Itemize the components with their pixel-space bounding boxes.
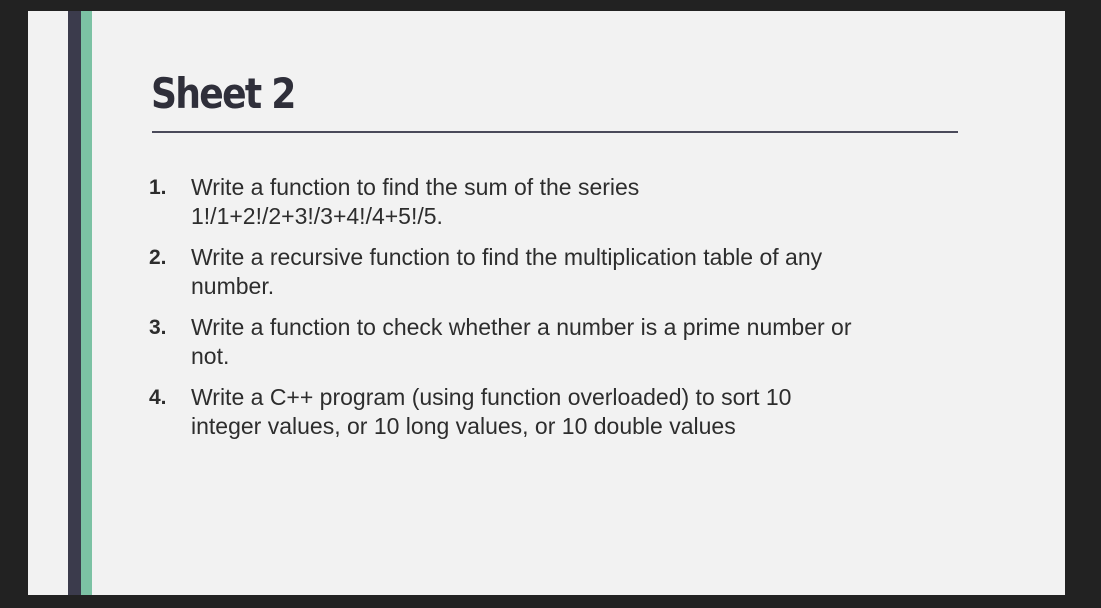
item-text: integer values, or 10 long values, or 10… xyxy=(191,413,736,439)
item-number: 2. xyxy=(149,246,167,269)
item-text: Write a function to find the sum of the … xyxy=(191,174,640,200)
item-text: number. xyxy=(191,273,275,299)
list-item: 2. Write a recursive function to find th… xyxy=(146,243,946,301)
item-number: 4. xyxy=(149,386,167,409)
accent-bar-green xyxy=(81,11,92,595)
item-text: Write a recursive function to find the m… xyxy=(191,244,823,270)
item-text: 1!/1+2!/2+3!/3+4!/4+5!/5. xyxy=(191,203,443,229)
list-item: 4. Write a C++ program (using function o… xyxy=(146,383,946,441)
item-text: not. xyxy=(191,343,230,369)
item-text: Write a function to check whether a numb… xyxy=(191,314,852,340)
list-item: 3. Write a function to check whether a n… xyxy=(146,313,946,371)
item-number: 1. xyxy=(149,176,167,199)
item-text: Write a C++ program (using function over… xyxy=(191,384,792,410)
item-number: 3. xyxy=(149,316,167,339)
title-underline xyxy=(152,131,958,133)
slide-title: Sheet 2 xyxy=(151,69,296,118)
accent-bar-dark xyxy=(68,11,81,595)
exercise-list: 1. Write a function to find the sum of t… xyxy=(146,173,946,453)
slide: Sheet 2 1. Write a function to find the … xyxy=(28,11,1065,595)
list-item: 1. Write a function to find the sum of t… xyxy=(146,173,946,231)
